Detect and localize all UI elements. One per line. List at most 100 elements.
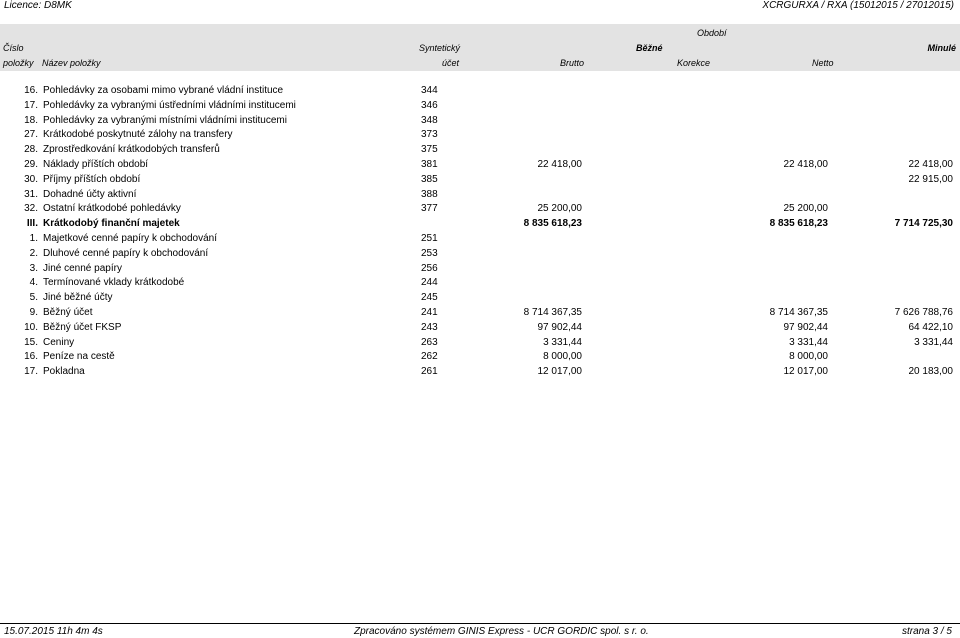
table-row: 10. Běžný účet FKSP 243 97 902,44 97 902,44 6… [0, 321, 960, 336]
row-number: 30. [24, 173, 38, 185]
table-row: 31. Dohadné účty aktivní 388 [0, 188, 960, 203]
table-row: 28. Zprostředkování krátkodobých transfer… [0, 143, 960, 158]
row-name: Běžný účet [43, 306, 93, 318]
row-number: 2. [29, 247, 38, 259]
header-polozky: položky [3, 58, 34, 68]
row-netto: 3 331,44 [789, 336, 828, 348]
page-footer: 15.07.2015 11h 4m 4s Zpracováno systémem… [0, 623, 960, 638]
row-synteticky-ucet: 373 [421, 129, 438, 141]
row-synteticky-ucet: 244 [421, 277, 438, 289]
row-name: Pohledávky za vybranými místními vládním… [43, 114, 287, 126]
row-synteticky-ucet: 346 [421, 99, 438, 111]
row-synteticky-ucet: 261 [421, 366, 438, 378]
row-synteticky-ucet: 377 [421, 203, 438, 215]
row-brutto: 25 200,00 [537, 203, 583, 215]
row-number: III. [26, 218, 38, 230]
top-bar: Licence: D8MK XCRGURXA / RXA (15012015 /… [0, 0, 960, 12]
header-brutto: Brutto [560, 58, 585, 68]
header-synteticky: Syntetický [419, 43, 461, 53]
row-minule: 7 626 788,76 [894, 306, 953, 318]
row-synteticky-ucet: 253 [421, 247, 438, 259]
row-minule: 64 422,10 [908, 321, 954, 333]
row-name: Běžný účet FKSP [43, 321, 122, 333]
row-netto: 97 902,44 [783, 321, 829, 333]
row-number: 4. [29, 277, 38, 289]
row-synteticky-ucet: 262 [421, 351, 438, 363]
header-minule: Minulé [927, 43, 957, 53]
table-row: 17. Pohledávky za vybranými ústředními vl… [0, 99, 960, 114]
row-number: 3. [29, 262, 38, 274]
row-minule: 3 331,44 [914, 336, 953, 348]
row-synteticky-ucet: 385 [421, 173, 438, 185]
table-row: 3. Jiné cenné papíry 256 [0, 262, 960, 277]
header-nazev: Název položky [42, 58, 101, 68]
table-row: 1. Majetkové cenné papíry k obchodování 25… [0, 232, 960, 247]
header-cislo: Číslo [3, 43, 24, 53]
row-synteticky-ucet: 263 [421, 336, 438, 348]
row-name: Příjmy příštích období [43, 173, 141, 185]
row-number: 18. [24, 114, 38, 126]
table-body: 16. Pohledávky za osobami mimo vybrané vl… [0, 84, 960, 380]
row-name: Majetkové cenné papíry k obchodování [43, 232, 217, 244]
header-ucet: účet [442, 58, 460, 68]
row-brutto: 3 331,44 [543, 336, 582, 348]
table-row: 4. Termínované vklady krátkodobé 244 [0, 276, 960, 291]
row-number: 17. [24, 366, 38, 378]
row-synteticky-ucet: 241 [421, 306, 438, 318]
row-number: 16. [24, 351, 38, 363]
row-netto: 8 714 367,35 [769, 306, 828, 318]
row-number: 17. [24, 99, 38, 111]
row-number: 29. [24, 158, 38, 170]
table-row: 29. Náklady příštích období 381 22 418,00 22… [0, 158, 960, 173]
table-row: 18. Pohledávky za vybranými místními vlád… [0, 114, 960, 129]
row-netto: 12 017,00 [783, 366, 829, 378]
table-row: 16. Peníze na cestě 262 8 000,00 8 000,00 [0, 350, 960, 365]
row-name: Jiné cenné papíry [43, 262, 122, 274]
table-row: 27. Krátkodobé poskytnuté zálohy na trans… [0, 128, 960, 143]
row-brutto: 8 835 618,23 [523, 218, 582, 230]
row-brutto: 8 000,00 [543, 351, 582, 363]
row-name: Ostatní krátkodobé pohledávky [43, 203, 181, 215]
row-number: 16. [24, 85, 38, 96]
row-name: Krátkodobý finanční majetek [43, 218, 180, 230]
row-synteticky-ucet: 344 [421, 85, 438, 96]
table-row: III. Krátkodobý finanční majetek 8 835 618… [0, 217, 960, 232]
row-synteticky-ucet: 388 [421, 188, 438, 200]
table-row: 17. Pokladna 261 12 017,00 12 017,00 20 183,0… [0, 365, 960, 380]
row-name: Dluhové cenné papíry k obchodování [43, 247, 209, 259]
header-korekce: Korekce [677, 58, 711, 68]
footer-datetime: 15.07.2015 11h 4m 4s [4, 626, 103, 637]
row-name: Termínované vklady krátkodobé [43, 277, 185, 289]
row-brutto: 22 418,00 [537, 158, 583, 170]
row-minule: 20 183,00 [908, 366, 954, 378]
row-name: Pokladna [43, 366, 85, 378]
row-number: 1. [29, 232, 38, 244]
table-row: 9. Běžný účet 241 8 714 367,35 8 714 367,35 7… [0, 306, 960, 321]
footer-page: strana 3 / 5 [901, 626, 952, 637]
header-netto: Netto [812, 58, 834, 68]
row-netto: 8 835 618,23 [769, 218, 828, 230]
table-header: Období Číslo Syntetický Běžné Minulé pol… [0, 24, 960, 71]
row-name: Náklady příštích období [43, 158, 149, 170]
report-code: XCRGURXA / RXA (15012015 / 27012015) [762, 0, 954, 11]
row-name: Pohledávky za vybranými ústředními vládn… [43, 99, 296, 111]
header-bezne: Běžné [636, 43, 663, 53]
row-synteticky-ucet: 256 [421, 262, 438, 274]
row-name: Pohledávky za osobami mimo vybrané vládn… [43, 85, 284, 96]
licence-label: Licence: D8MK [4, 0, 72, 11]
table-row: 30. Příjmy příštích období 385 22 915,00 [0, 173, 960, 188]
row-brutto: 97 902,44 [537, 321, 583, 333]
table-row: 15. Ceniny 263 3 331,44 3 331,44 3 331,44 [0, 336, 960, 351]
row-synteticky-ucet: 245 [421, 292, 438, 304]
row-netto: 25 200,00 [783, 203, 829, 215]
table-row: 5. Jiné běžné účty 245 [0, 291, 960, 306]
row-name: Peníze na cestě [43, 351, 115, 363]
row-synteticky-ucet: 251 [421, 232, 438, 244]
row-minule: 22 418,00 [908, 158, 954, 170]
row-synteticky-ucet: 381 [421, 158, 438, 170]
table-row: 2. Dluhové cenné papíry k obchodování 253 [0, 247, 960, 262]
row-number: 10. [24, 321, 38, 333]
row-brutto: 12 017,00 [537, 366, 583, 378]
footer-system: Zpracováno systémem GINIS Express - UCR … [354, 626, 649, 637]
row-synteticky-ucet: 375 [421, 144, 438, 156]
